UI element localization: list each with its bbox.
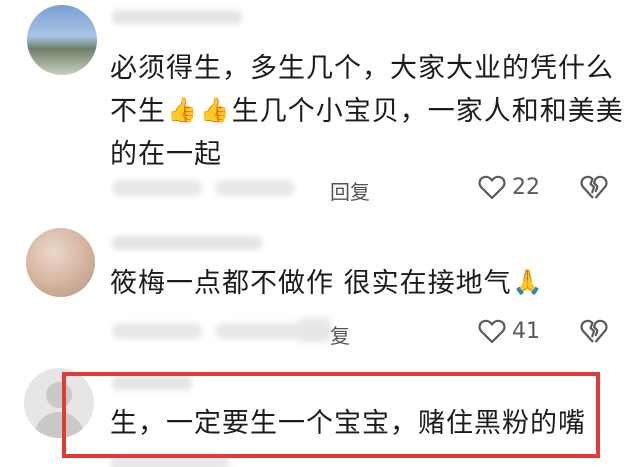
thumbs-up-icon: 👍 bbox=[167, 96, 198, 124]
comment-text-line: 必须得生，多生几个，大家大业的凭什么 bbox=[110, 53, 614, 84]
timestamp-blurred bbox=[112, 180, 202, 196]
comment-text-segment: 不生 bbox=[110, 96, 166, 127]
comment-text-line: 不生👍👍生几个小宝贝，一家人和和美美 bbox=[110, 90, 624, 133]
heart-outline-icon bbox=[478, 175, 506, 200]
comment-text-segment: 筱梅一点都不做作 很实在接地气 bbox=[110, 268, 512, 299]
comment-text: 必须得生，多生几个，大家大业的凭什么 不生👍👍生几个小宝贝，一家人和和美美 的在… bbox=[110, 47, 624, 176]
dislike-button[interactable] bbox=[580, 318, 608, 348]
username-blurred[interactable] bbox=[112, 10, 242, 24]
like-count: 22 bbox=[512, 174, 540, 200]
like-button[interactable]: 22 bbox=[478, 174, 540, 200]
comment-text: 筱梅一点都不做作 很实在接地气🙏 bbox=[110, 262, 544, 305]
like-count: 41 bbox=[512, 318, 540, 344]
location-blurred bbox=[215, 180, 295, 196]
praying-hands-icon: 🙏 bbox=[512, 268, 544, 296]
timestamp-blurred bbox=[112, 323, 202, 339]
broken-heart-icon bbox=[580, 319, 608, 343]
reply-blurred-part bbox=[300, 318, 330, 342]
heart-outline-icon bbox=[478, 319, 506, 344]
highlight-box bbox=[62, 372, 600, 458]
like-button[interactable]: 41 bbox=[478, 318, 540, 344]
dislike-button[interactable] bbox=[580, 174, 608, 204]
reply-button[interactable]: 复 bbox=[330, 320, 350, 349]
comment-text-segment: 生几个小宝贝，一家人和和美美 bbox=[231, 96, 624, 127]
comment-text-line: 的在一起 bbox=[110, 139, 222, 170]
thumbs-up-icon: 👍 bbox=[199, 96, 231, 124]
username-blurred[interactable] bbox=[112, 236, 262, 250]
avatar[interactable] bbox=[26, 228, 95, 297]
avatar[interactable] bbox=[27, 5, 97, 75]
comment-screenshot: 必须得生，多生几个，大家大业的凭什么 不生👍👍生几个小宝贝，一家人和和美美 的在… bbox=[0, 0, 640, 467]
reply-button[interactable]: 回复 bbox=[330, 176, 370, 205]
broken-heart-icon bbox=[580, 175, 608, 199]
